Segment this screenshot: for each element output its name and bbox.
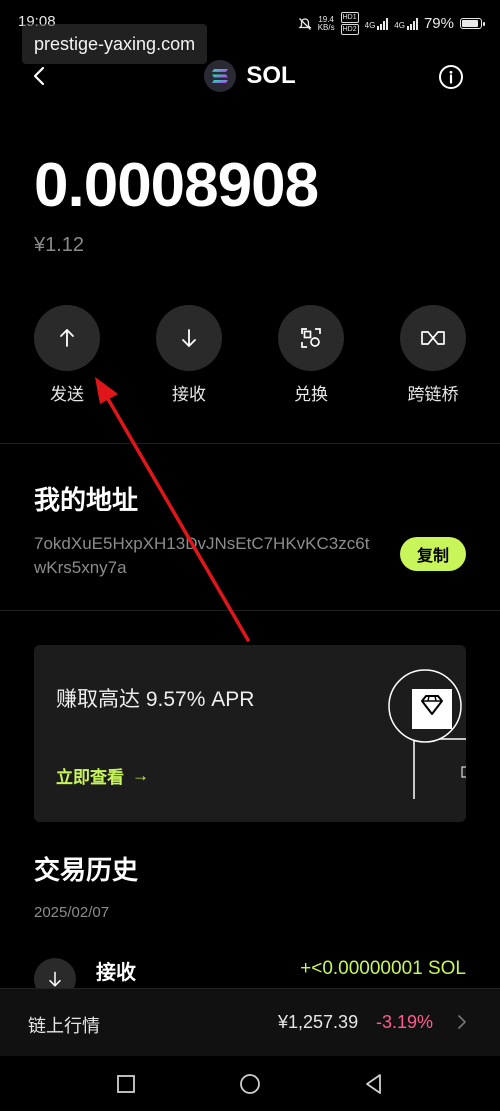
promo-link[interactable]: 立即查看 → xyxy=(56,763,149,788)
promo-text: 赚取高达 9.57% APR xyxy=(56,688,255,711)
address-value: 7okdXuE5HxpXH13DvJNsEtC7HKvKC3zc6twKrs5x… xyxy=(34,534,370,577)
divider xyxy=(0,443,500,444)
net-speed-unit: KB/s xyxy=(317,22,335,32)
swap-button[interactable]: 兑换 xyxy=(266,305,356,405)
header: SOL xyxy=(0,56,500,100)
hd-badges: HD1 HD2 xyxy=(340,12,359,35)
divider xyxy=(0,610,500,611)
send-circle[interactable] xyxy=(34,305,100,371)
battery-fill xyxy=(462,20,478,27)
action-row: 发送 接收 兑换 跨链桥 xyxy=(0,305,500,405)
system-nav-bar xyxy=(0,1056,500,1111)
bridge-circle[interactable] xyxy=(400,305,466,371)
signal-2: 4G xyxy=(394,17,418,30)
signal-bars-icon xyxy=(377,17,389,30)
history-date: 2025/02/07 xyxy=(34,904,110,921)
bridge-button[interactable]: 跨链桥 xyxy=(388,305,478,405)
status-icons: 19.4 KB/s HD1 HD2 4G 4G 79% xyxy=(298,12,485,35)
promo-card[interactable]: 赚取高达 9.57% APR 立即查看 → xyxy=(34,645,466,822)
chevron-right-icon[interactable] xyxy=(454,1013,470,1031)
promo-link-label: 立即查看 xyxy=(56,768,124,787)
net-speed: 19.4 KB/s xyxy=(317,15,335,32)
back-nav-icon[interactable] xyxy=(362,1072,386,1096)
swap-circle[interactable] xyxy=(278,305,344,371)
market-change: -3.19% xyxy=(376,1012,434,1032)
history-title: 交易历史 xyxy=(34,855,139,885)
diamond-illustration-icon xyxy=(388,669,466,799)
transaction-amount: +<0.00000001 SOL xyxy=(300,958,466,979)
bridge-icon xyxy=(421,331,445,345)
receive-button[interactable]: 接收 xyxy=(144,305,234,405)
receive-circle[interactable] xyxy=(156,305,222,371)
signal-bars-icon xyxy=(406,17,418,30)
home-icon[interactable] xyxy=(238,1072,262,1096)
arrow-up-icon xyxy=(60,329,74,347)
market-label: 链上行情 xyxy=(28,1016,100,1036)
recents-icon[interactable] xyxy=(114,1072,138,1096)
bridge-label: 跨链桥 xyxy=(407,385,459,404)
arrow-down-icon xyxy=(182,329,196,347)
arrow-right-icon: → xyxy=(132,765,149,785)
info-icon[interactable] xyxy=(438,64,464,90)
mute-icon xyxy=(298,17,312,30)
hd2-badge: HD2 xyxy=(340,24,359,35)
balance-fiat: ¥1.12 xyxy=(34,234,85,256)
copy-button[interactable]: 复制 xyxy=(400,537,466,571)
balance-amount: 0.0008908 xyxy=(34,151,319,220)
send-label: 发送 xyxy=(50,385,84,404)
title-wrap: SOL xyxy=(0,60,500,92)
transaction-label: 接收 xyxy=(96,962,136,984)
battery-icon xyxy=(460,18,485,29)
signal-1: 4G xyxy=(364,17,389,30)
send-button[interactable]: 发送 xyxy=(22,305,112,405)
battery-percent: 79% xyxy=(423,15,454,32)
signal-1-label: 4G xyxy=(364,20,376,30)
market-price: ¥1,257.39 xyxy=(278,1012,359,1032)
receive-label: 接收 xyxy=(172,385,206,404)
swap-label: 兑换 xyxy=(294,385,328,404)
address-title: 我的地址 xyxy=(34,485,139,515)
market-bar[interactable]: 链上行情 ¥1,257.39 -3.19% xyxy=(0,988,500,1057)
swap-icon xyxy=(301,328,321,348)
signal-2-label: 4G xyxy=(394,20,405,30)
hd1-badge: HD1 xyxy=(340,12,359,23)
page-title: SOL xyxy=(246,62,296,89)
solana-logo-icon xyxy=(204,60,237,92)
